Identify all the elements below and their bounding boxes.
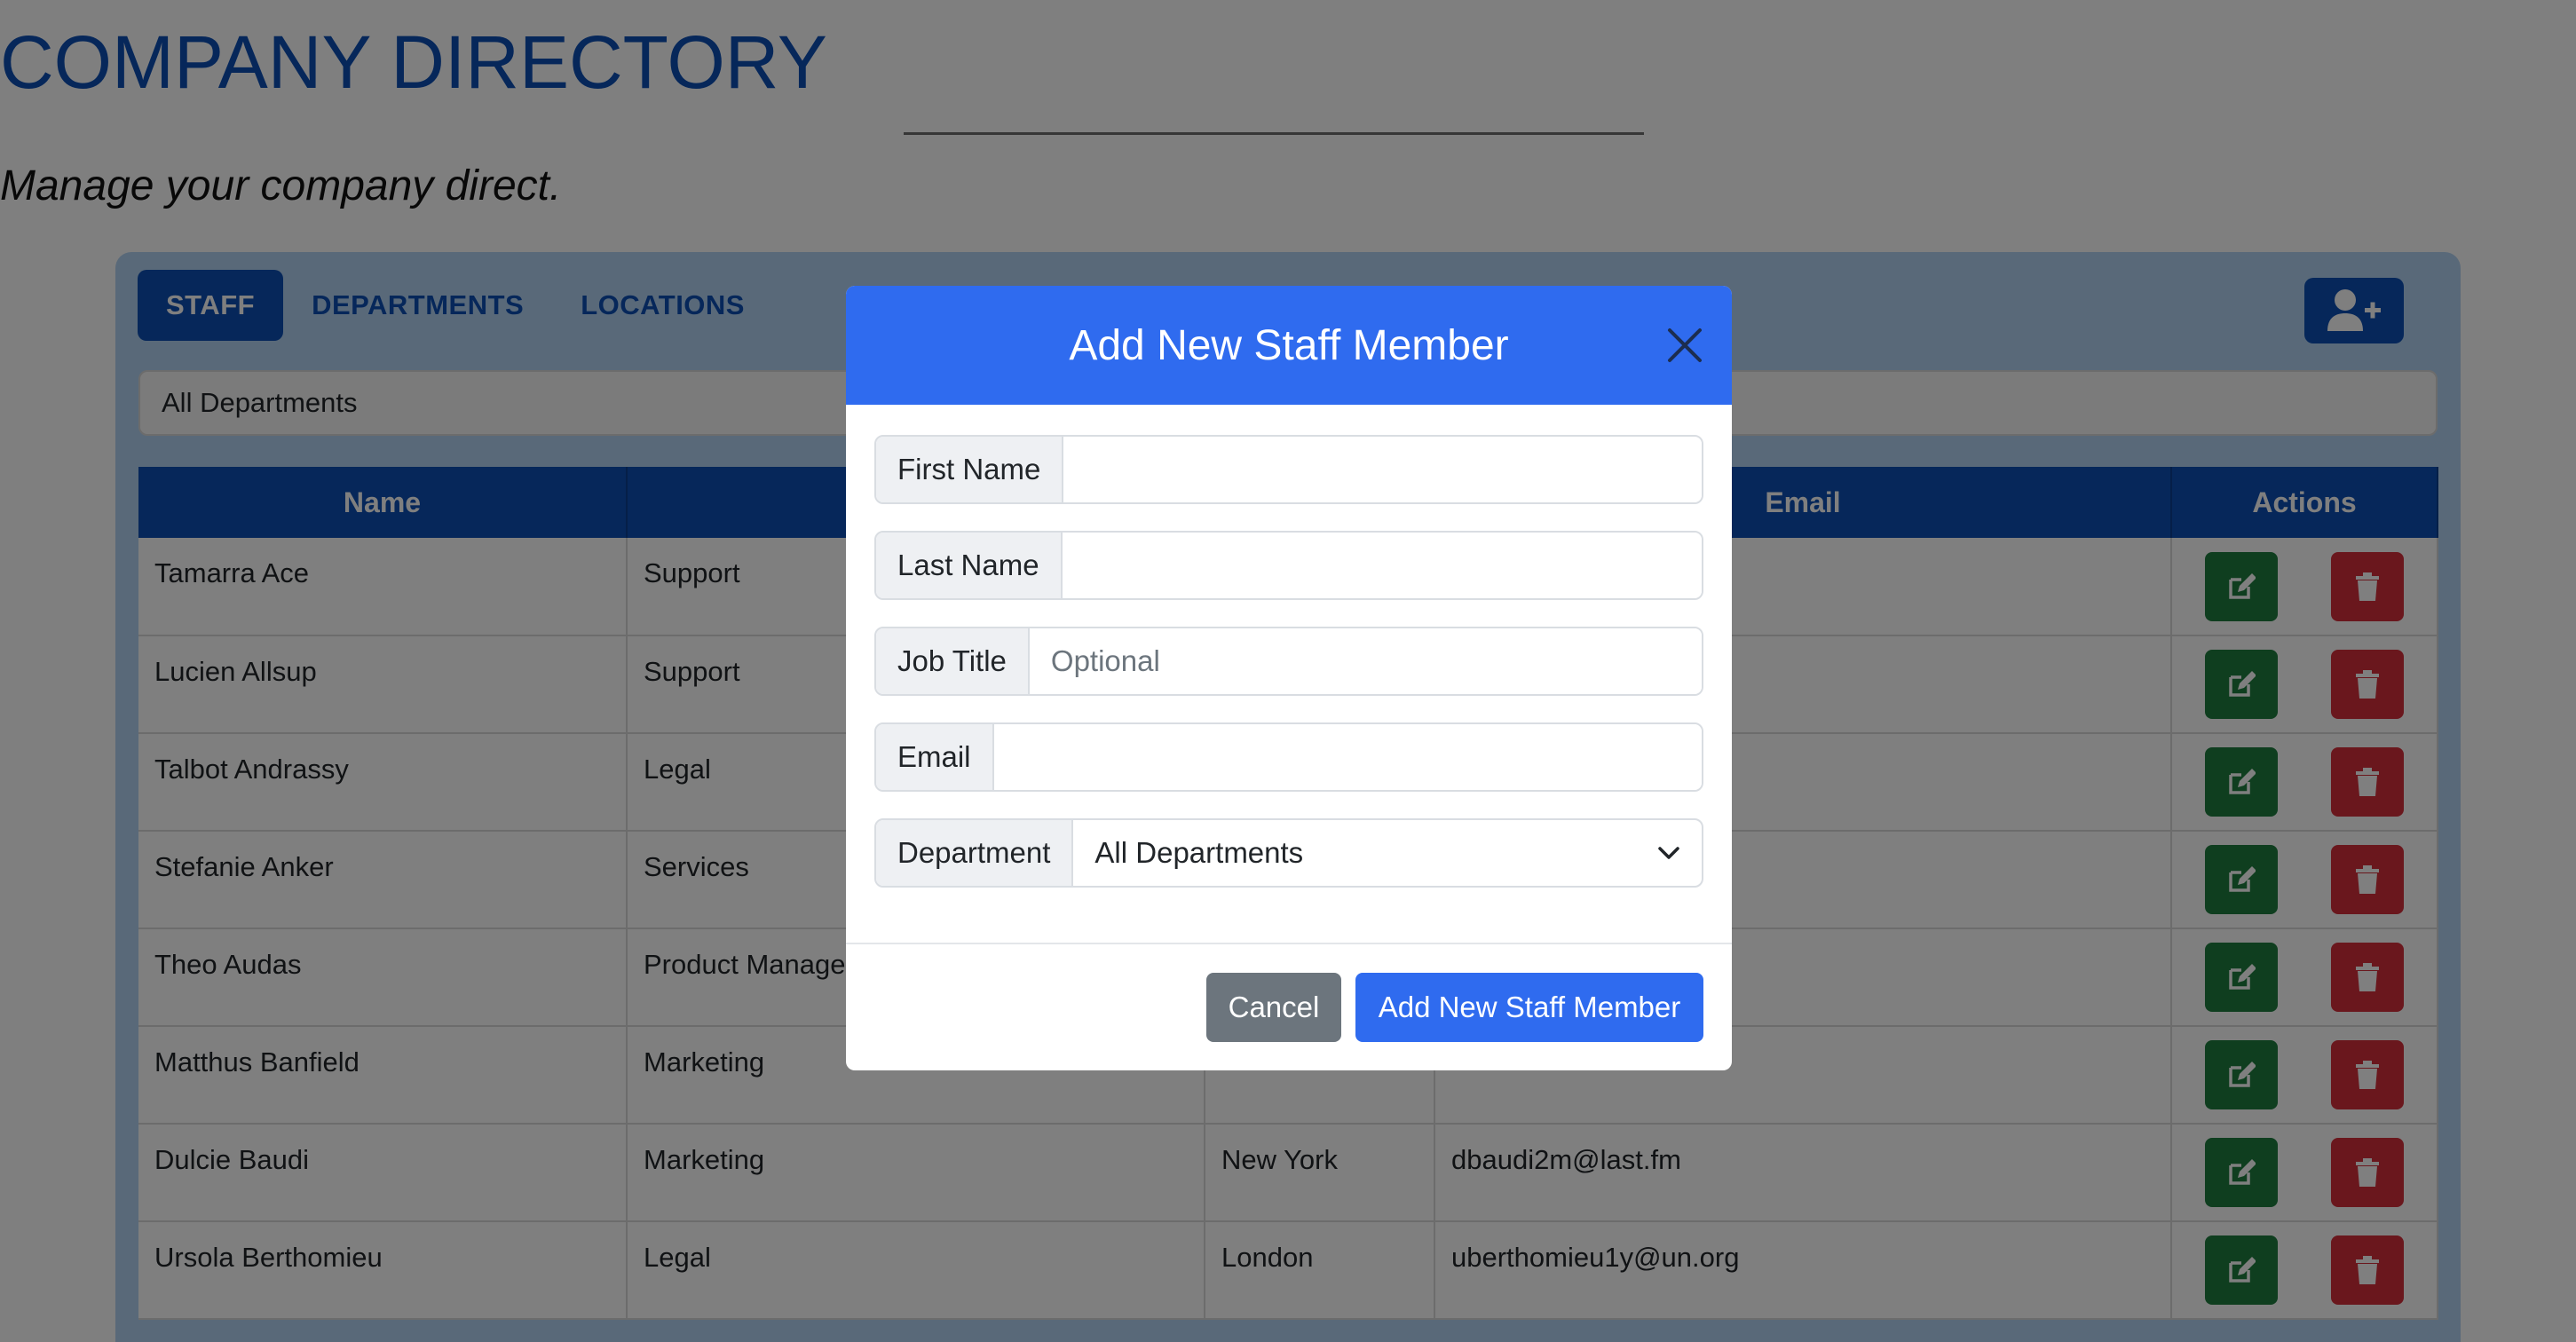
email-input[interactable] xyxy=(993,724,1702,790)
close-icon xyxy=(1668,328,1702,362)
department-group: Department All Departments xyxy=(874,818,1703,888)
department-select-value: All Departments xyxy=(1094,836,1304,869)
job-title-input[interactable] xyxy=(1029,628,1702,694)
cancel-button[interactable]: Cancel xyxy=(1206,973,1341,1042)
first-name-label: First Name xyxy=(876,437,1064,502)
last-name-input[interactable] xyxy=(1062,533,1702,598)
add-staff-submit-button[interactable]: Add New Staff Member xyxy=(1355,973,1703,1042)
modal-header: Add New Staff Member xyxy=(846,286,1732,405)
close-button[interactable] xyxy=(1663,323,1707,367)
chevron-down-icon xyxy=(1658,847,1679,859)
modal-title: Add New Staff Member xyxy=(1069,321,1509,369)
job-title-label: Job Title xyxy=(876,628,1030,694)
job-title-group: Job Title xyxy=(874,627,1703,696)
first-name-input[interactable] xyxy=(1063,437,1702,502)
email-label: Email xyxy=(876,724,994,790)
email-group: Email xyxy=(874,722,1703,792)
last-name-label: Last Name xyxy=(876,533,1063,598)
last-name-group: Last Name xyxy=(874,531,1703,600)
department-select[interactable]: All Departments xyxy=(1073,820,1702,886)
department-label: Department xyxy=(876,820,1074,886)
modal-footer-divider xyxy=(846,943,1732,944)
app-root: COMPANY DIRECTORY Manage your company di… xyxy=(0,0,2576,1342)
first-name-group: First Name xyxy=(874,435,1703,504)
add-staff-modal: Add New Staff Member First Name Last Nam… xyxy=(846,286,1732,1070)
